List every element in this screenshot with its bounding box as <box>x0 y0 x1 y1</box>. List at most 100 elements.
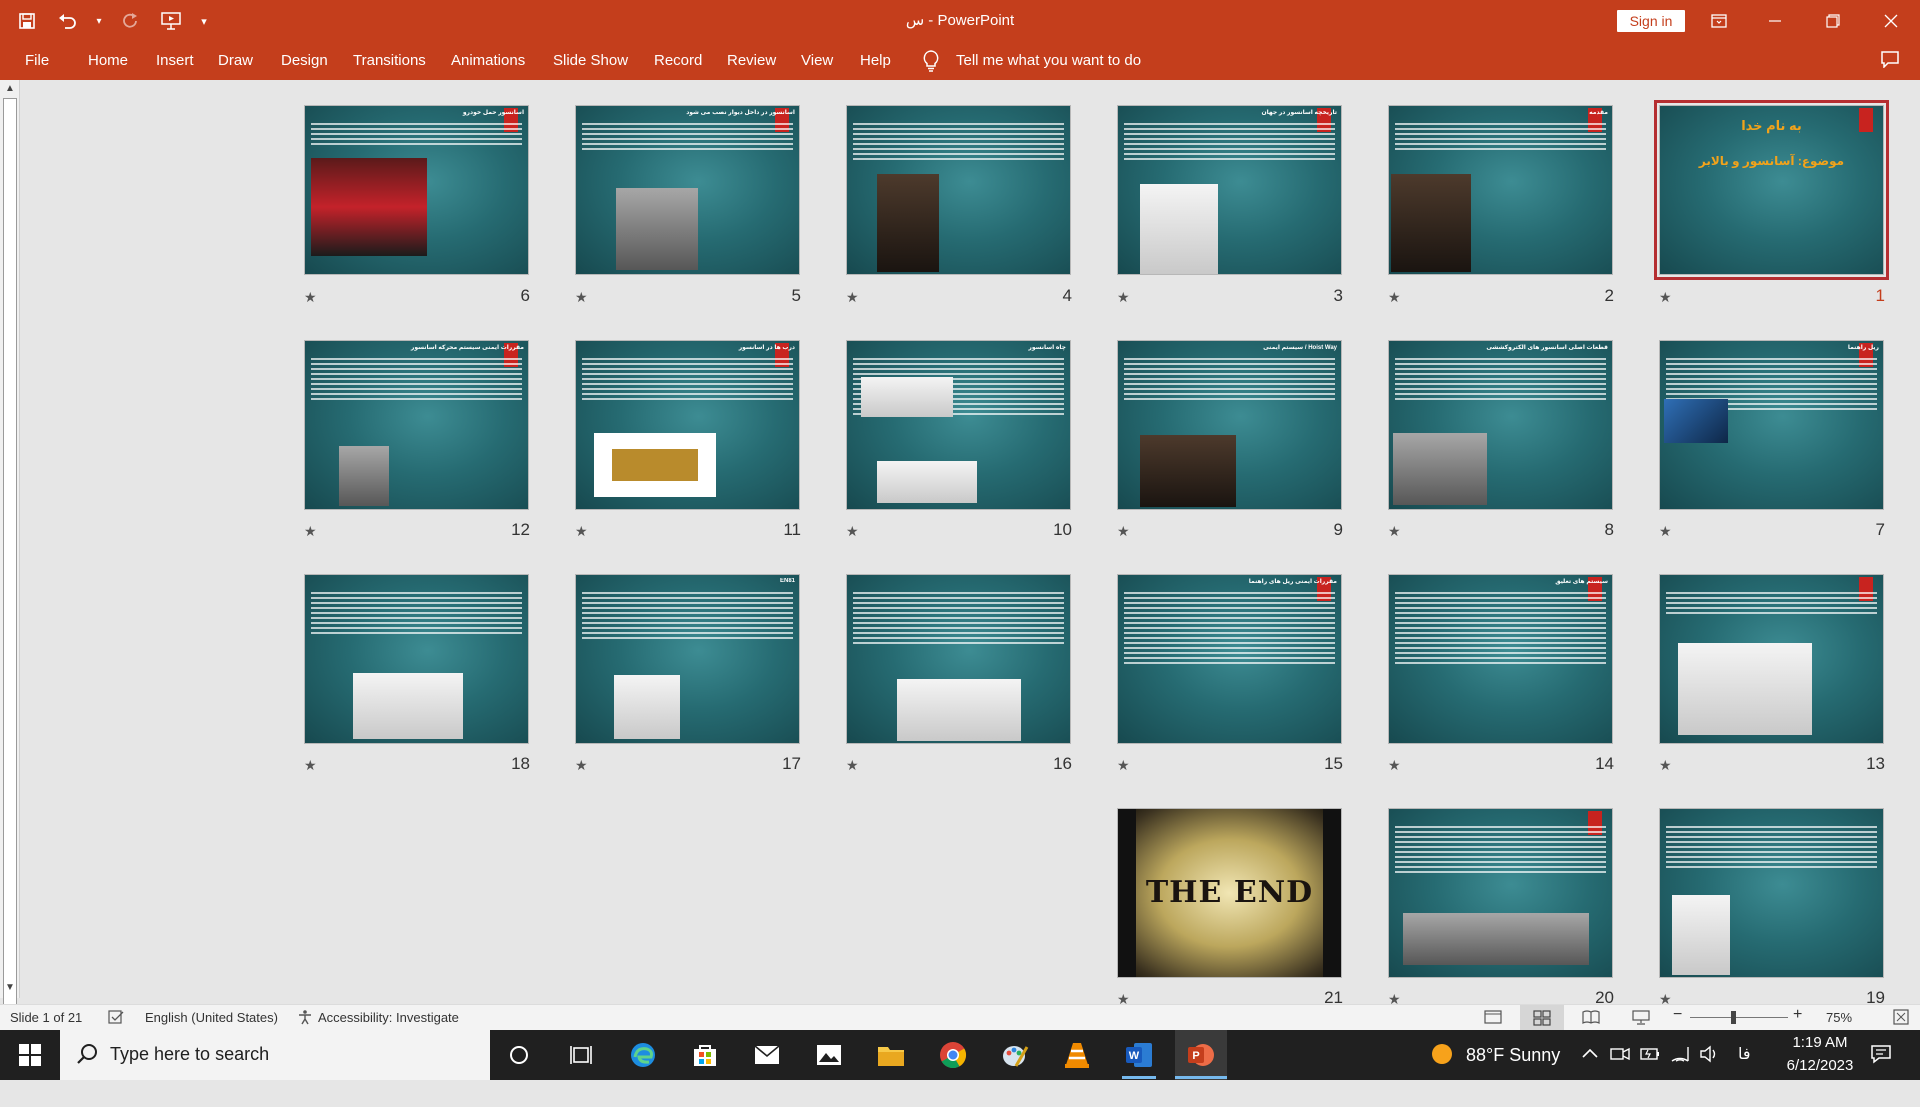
language-status[interactable]: English (United States) <box>145 1010 278 1025</box>
animation-star-icon: ★ <box>1659 757 1672 773</box>
slide-sorter-view-icon[interactable] <box>1520 1005 1564 1030</box>
minimize-icon[interactable] <box>1752 0 1798 42</box>
comments-icon[interactable] <box>1880 50 1900 72</box>
sign-in-button[interactable]: Sign in <box>1617 10 1685 32</box>
slide-thumbnail-11[interactable]: درب ها در آسانسور <box>575 340 800 510</box>
windows-start-icon[interactable] <box>14 1039 46 1071</box>
scroll-down-icon[interactable]: ▼ <box>3 982 17 996</box>
slide-thumbnail-5[interactable]: آسانسور در داخل دیوار نصب می شود <box>575 105 800 275</box>
slide-thumbnail-2[interactable]: مقدمه <box>1388 105 1613 275</box>
volume-icon[interactable] <box>1699 1045 1719 1095</box>
tab-file[interactable]: File <box>25 52 49 69</box>
tab-insert[interactable]: Insert <box>156 52 194 69</box>
restore-icon[interactable] <box>1810 0 1856 42</box>
notes-check-icon[interactable] <box>108 1009 124 1028</box>
slide-thumbnail-14[interactable]: سیستم های تعلیق <box>1388 574 1613 744</box>
file-explorer-icon[interactable] <box>875 1039 907 1071</box>
slide-image <box>1403 913 1589 965</box>
tab-draw[interactable]: Draw <box>218 52 253 69</box>
slide-thumbnail-20[interactable] <box>1388 808 1613 978</box>
slide-thumbnail-10[interactable]: چاه آسانسور <box>846 340 1071 510</box>
slide-thumbnail-4[interactable] <box>846 105 1071 275</box>
animation-star-icon: ★ <box>1659 523 1672 539</box>
slide-image <box>1672 895 1730 975</box>
tab-view[interactable]: View <box>801 52 833 69</box>
slide-number: 8 <box>1604 520 1614 539</box>
vertical-scrollbar[interactable]: ▲ ▼ <box>0 80 20 1011</box>
mail-icon[interactable] <box>751 1039 783 1071</box>
powerpoint-icon[interactable]: P <box>1175 1030 1227 1080</box>
fit-to-window-icon[interactable] <box>1893 1009 1909 1028</box>
slide-image <box>339 446 389 506</box>
input-language[interactable]: فا <box>1738 1044 1751 1094</box>
slide-title: سیستم های تعلیق <box>1555 579 1608 585</box>
tab-transitions[interactable]: Transitions <box>353 52 426 69</box>
ribbon-display-options-icon[interactable] <box>1696 0 1742 42</box>
accessibility-icon[interactable] <box>297 1009 313 1028</box>
animation-star-icon: ★ <box>575 289 588 305</box>
tab-record[interactable]: Record <box>654 52 702 69</box>
scroll-thumb[interactable] <box>3 98 17 1011</box>
taskbar-search-box[interactable]: Type here to search <box>60 1030 490 1080</box>
slide-thumbnail-3[interactable]: تاریخچه آسانسور در جهان <box>1117 105 1342 275</box>
meet-now-icon[interactable] <box>1610 1045 1630 1095</box>
slide-thumbnail-13[interactable] <box>1659 574 1884 744</box>
slide-thumbnail-18[interactable] <box>304 574 529 744</box>
slide-title: مقدمه <box>1589 110 1608 116</box>
slide-thumbnail-17[interactable]: EN81 <box>575 574 800 744</box>
paint-icon[interactable] <box>999 1039 1031 1071</box>
scroll-up-icon[interactable]: ▲ <box>3 83 17 97</box>
weather-icon[interactable] <box>1430 1042 1454 1092</box>
zoom-level[interactable]: 75% <box>1826 1010 1852 1025</box>
show-hidden-icons-icon[interactable] <box>1582 1046 1598 1096</box>
slide-thumbnail-15[interactable]: مقررات ایمنی ریل های راهنما <box>1117 574 1342 744</box>
tell-me-search[interactable]: Tell me what you want to do <box>956 52 1141 69</box>
notifications-icon[interactable] <box>1870 1044 1892 1094</box>
microsoft-store-icon[interactable] <box>689 1039 721 1071</box>
network-icon[interactable] <box>1670 1045 1690 1095</box>
accessibility-status[interactable]: Accessibility: Investigate <box>318 1010 459 1025</box>
tab-slide-show[interactable]: Slide Show <box>553 52 628 69</box>
animation-star-icon: ★ <box>575 757 588 773</box>
tab-animations[interactable]: Animations <box>451 52 525 69</box>
slide-thumbnail-19[interactable] <box>1659 808 1884 978</box>
tab-review[interactable]: Review <box>727 52 776 69</box>
slide-thumbnail-1[interactable]: به نام خدا موضوع: آسانسور و بالابر <box>1654 100 1889 280</box>
word-icon[interactable]: W <box>1123 1039 1155 1071</box>
reading-view-icon[interactable] <box>1582 1009 1600 1028</box>
zoom-out-icon[interactable]: − <box>1673 1006 1682 1024</box>
edge-icon[interactable] <box>627 1039 659 1071</box>
tab-design[interactable]: Design <box>281 52 328 69</box>
cortana-icon[interactable] <box>503 1039 535 1071</box>
slide-thumbnail-16[interactable] <box>846 574 1071 744</box>
slide-thumbnail-7[interactable]: ریل راهنما <box>1659 340 1884 510</box>
slide-text-placeholder <box>1395 355 1606 403</box>
animation-star-icon: ★ <box>846 757 859 773</box>
weather-status[interactable]: 88°F Sunny <box>1466 1045 1560 1095</box>
chrome-icon[interactable] <box>937 1039 969 1071</box>
close-icon[interactable] <box>1868 0 1914 42</box>
slide-show-icon[interactable] <box>1632 1009 1650 1028</box>
photos-icon[interactable] <box>813 1039 845 1071</box>
slide-thumbnail-6[interactable]: آسانسور حمل خودرو <box>304 105 529 275</box>
task-view-icon[interactable] <box>565 1039 597 1071</box>
slide-number: 5 <box>791 286 801 305</box>
slide-thumbnail-8[interactable]: قطعات اصلی آسانسور های الکتروکششی <box>1388 340 1613 510</box>
zoom-slider[interactable] <box>1690 1017 1788 1018</box>
slide-image <box>311 158 427 256</box>
clock-date[interactable]: 6/12/2023 <box>1780 1057 1860 1107</box>
slide-thumbnail-21[interactable]: THE END <box>1117 808 1342 978</box>
tab-home[interactable]: Home <box>88 52 128 69</box>
slide-number: 10 <box>1053 520 1072 539</box>
slide-thumbnail-12[interactable]: مقررات ایمنی سیستم محرکه آسانسور <box>304 340 529 510</box>
slide-image <box>614 675 680 739</box>
animation-star-icon: ★ <box>304 757 317 773</box>
normal-view-icon[interactable] <box>1484 1009 1502 1028</box>
animation-star-icon: ★ <box>1117 523 1130 539</box>
zoom-slider-thumb[interactable] <box>1731 1011 1736 1024</box>
power-icon[interactable] <box>1640 1045 1660 1095</box>
vlc-icon[interactable] <box>1061 1039 1093 1071</box>
tab-help[interactable]: Help <box>860 52 891 69</box>
slide-thumbnail-9[interactable]: Hoist Way / سیستم ایمنی <box>1117 340 1342 510</box>
zoom-in-icon[interactable]: + <box>1793 1006 1802 1024</box>
